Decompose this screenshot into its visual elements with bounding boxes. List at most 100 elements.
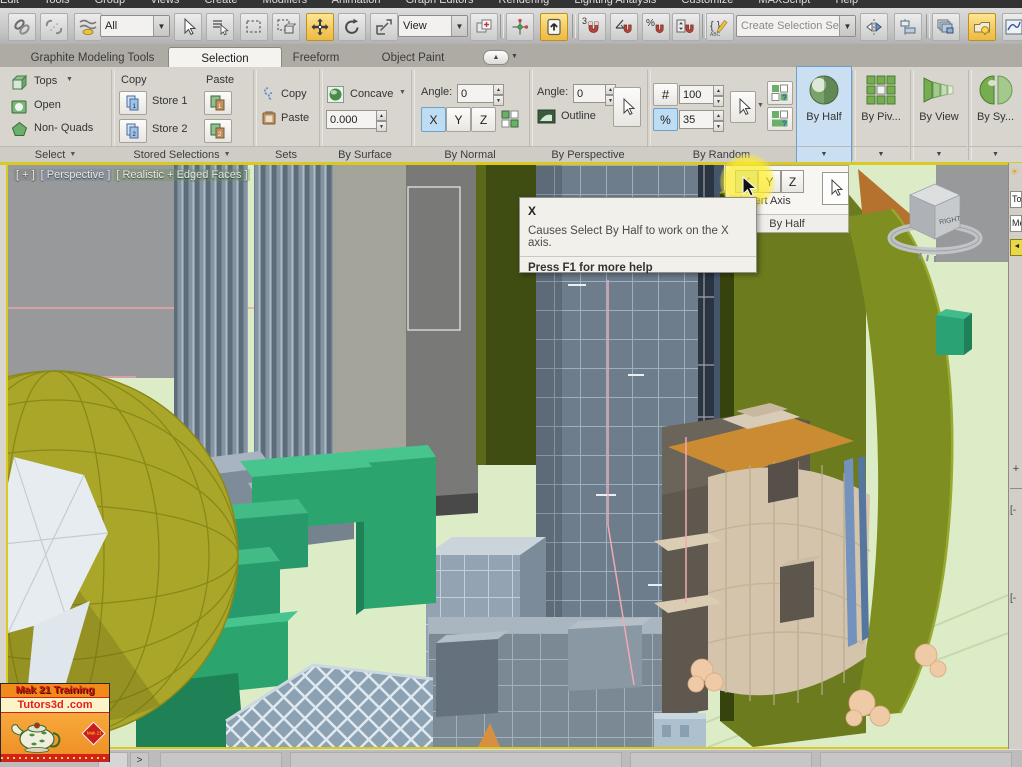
window-crossing-toggle-button[interactable]	[272, 13, 300, 41]
copy-store2-button[interactable]: 2	[119, 119, 147, 143]
menu-tools[interactable]: Tools	[44, 0, 70, 6]
random-count-mode-button[interactable]: #	[653, 83, 678, 106]
sets-copy-icon[interactable]	[260, 85, 278, 103]
menu-help[interactable]: Help	[835, 0, 858, 6]
paste-store2-button[interactable]: 2	[204, 119, 232, 143]
tab-freeform[interactable]: Freeform	[288, 48, 344, 67]
normal-z-axis-button[interactable]: Z	[471, 107, 496, 132]
use-pivot-point-center-button[interactable]	[470, 13, 498, 41]
rollout-bracket[interactable]: [-	[1010, 593, 1022, 604]
tab-object-paint[interactable]: Object Paint	[378, 48, 448, 67]
menu-create[interactable]: Create	[204, 0, 237, 6]
chevron-down-icon[interactable]: ▼	[853, 146, 909, 162]
by-surface-panel-footer[interactable]: By Surface	[319, 146, 411, 162]
chevron-down-icon[interactable]: ▼	[399, 89, 406, 96]
select-and-scale-button[interactable]	[370, 13, 398, 41]
open-icon[interactable]	[10, 97, 29, 116]
normal-y-axis-button[interactable]: Y	[446, 107, 471, 132]
viewport-menu-view[interactable]: [ Perspective ]	[38, 169, 113, 181]
select-tops-item[interactable]: Tops	[34, 75, 57, 87]
menu-customize[interactable]: Customize	[681, 0, 733, 6]
rectangular-selection-region-button[interactable]	[240, 13, 268, 41]
keyboard-shortcut-override-button[interactable]	[540, 13, 568, 41]
selection-filter-dropdown[interactable]: All ▼	[100, 15, 170, 37]
by-perspective-panel-footer[interactable]: By Perspective	[529, 146, 647, 162]
by-random-panel-footer[interactable]: By Random	[647, 146, 796, 162]
chevron-down-icon[interactable]: ▼	[66, 76, 73, 83]
mirror-button[interactable]	[860, 13, 888, 41]
checker-select-icon[interactable]	[500, 109, 520, 129]
named-selection-sets-dropdown[interactable]: Create Selection Se ▼	[736, 15, 856, 37]
sets-panel-footer[interactable]: Sets	[253, 146, 319, 162]
ribbon-minimize-chevron-icon[interactable]: ▼	[511, 53, 518, 60]
outline-icon[interactable]	[537, 108, 556, 125]
plus-icon[interactable]: +	[1010, 463, 1022, 475]
reference-coordinate-dropdown[interactable]: View ▼	[398, 15, 468, 37]
surface-threshold-spinner[interactable]: ▲ ▼	[376, 110, 387, 132]
random-select-button[interactable]	[730, 91, 756, 123]
byhalf-z-axis-button[interactable]: Z	[781, 170, 804, 193]
spinner-snap-toggle-button[interactable]	[672, 13, 700, 41]
byhalf-select-button[interactable]	[822, 172, 849, 205]
copy-store1-button[interactable]: 1	[119, 91, 147, 115]
sets-paste-label[interactable]: Paste	[281, 112, 309, 124]
viewport-menu-shading[interactable]: [ Realistic + Edged Faces ]	[114, 169, 250, 181]
chevron-down-icon[interactable]: ▼	[757, 102, 764, 109]
viewport-menu-plus[interactable]: [ + ]	[14, 169, 37, 181]
random-by-percent-helper-button[interactable]: ?	[767, 107, 793, 131]
menu-modifiers[interactable]: Modifiers	[263, 0, 308, 6]
stored-selections-panel-footer[interactable]: Stored Selections ▼	[111, 146, 253, 162]
menu-graph-editors[interactable]: Graph Editors	[406, 0, 474, 6]
paste-store1-button[interactable]: 1	[204, 91, 232, 115]
unlink-selection-button[interactable]	[40, 13, 68, 41]
chevron-down-icon[interactable]: ▼	[797, 146, 851, 162]
by-normal-panel-footer[interactable]: By Normal	[411, 146, 529, 162]
select-by-name-button[interactable]	[206, 13, 234, 41]
sets-paste-icon[interactable]	[260, 109, 278, 127]
select-panel-footer[interactable]: Select ▼	[0, 146, 111, 162]
menu-animation[interactable]: Animation	[332, 0, 381, 6]
viewport-label[interactable]: [ + ][ Perspective ][ Realistic + Edged …	[14, 169, 252, 181]
perspective-outline-label[interactable]: Outline	[561, 110, 596, 122]
menu-views[interactable]: Views	[150, 0, 179, 6]
menu-rendering[interactable]: Rendering	[499, 0, 550, 6]
menu-edit[interactable]: Edit	[0, 0, 19, 6]
random-by-count-helper-button[interactable]: ?	[767, 81, 793, 105]
select-and-manipulate-button[interactable]	[506, 13, 534, 41]
curve-editor-button[interactable]	[1002, 13, 1022, 41]
random-count-spinner[interactable]: ▲ ▼	[713, 85, 724, 107]
surface-mode-value[interactable]: Concave	[350, 88, 393, 100]
modifier-field-clipped[interactable]: Me	[1010, 215, 1022, 232]
snaps-toggle-button[interactable]: 3	[578, 13, 606, 41]
by-pivot-button[interactable]: By Piv... ▼	[853, 67, 909, 162]
align-button[interactable]	[894, 13, 922, 41]
select-and-link-button[interactable]	[8, 13, 36, 41]
perspective-select-button[interactable]	[613, 87, 641, 127]
menu-group[interactable]: Group	[95, 0, 126, 6]
select-open-item[interactable]: Open	[34, 99, 61, 111]
layer-manager-button[interactable]	[932, 13, 960, 41]
select-and-move-button[interactable]	[306, 13, 334, 41]
edit-named-selection-sets-button[interactable]: { } ABC	[706, 13, 734, 41]
normal-x-axis-button[interactable]: X	[421, 107, 446, 132]
angle-snap-toggle-button[interactable]	[610, 13, 638, 41]
sets-copy-label[interactable]: Copy	[281, 88, 307, 100]
select-object-button[interactable]	[174, 13, 202, 41]
bind-to-spacewarp-button[interactable]	[74, 13, 102, 41]
select-non-quads-item[interactable]: Non- Quads	[34, 122, 93, 134]
tops-cube-icon[interactable]	[10, 73, 29, 92]
next-frame-button[interactable]: >	[130, 752, 149, 767]
menu-lighting-analysis[interactable]: Lighting Analysis	[574, 0, 656, 6]
chevron-down-icon[interactable]: ▼	[969, 146, 1022, 162]
toggle-ribbon-button[interactable]	[968, 13, 996, 41]
name-field-clipped[interactable]: To	[1010, 191, 1022, 208]
tab-graphite-modeling-tools[interactable]: Graphite Modeling Tools	[25, 48, 160, 67]
random-percent-mode-button[interactable]: %	[653, 108, 678, 131]
modifier-list-button-clipped[interactable]: ◄	[1010, 239, 1022, 256]
by-view-button[interactable]: By View ▼	[911, 67, 967, 162]
select-and-rotate-button[interactable]	[338, 13, 366, 41]
viewport-3d[interactable]: RIGHT	[0, 163, 1010, 749]
tab-selection[interactable]: Selection	[168, 47, 282, 69]
chevron-down-icon[interactable]: ▼	[911, 146, 967, 162]
by-symmetry-button[interactable]: By Sy... ▼	[969, 67, 1022, 162]
